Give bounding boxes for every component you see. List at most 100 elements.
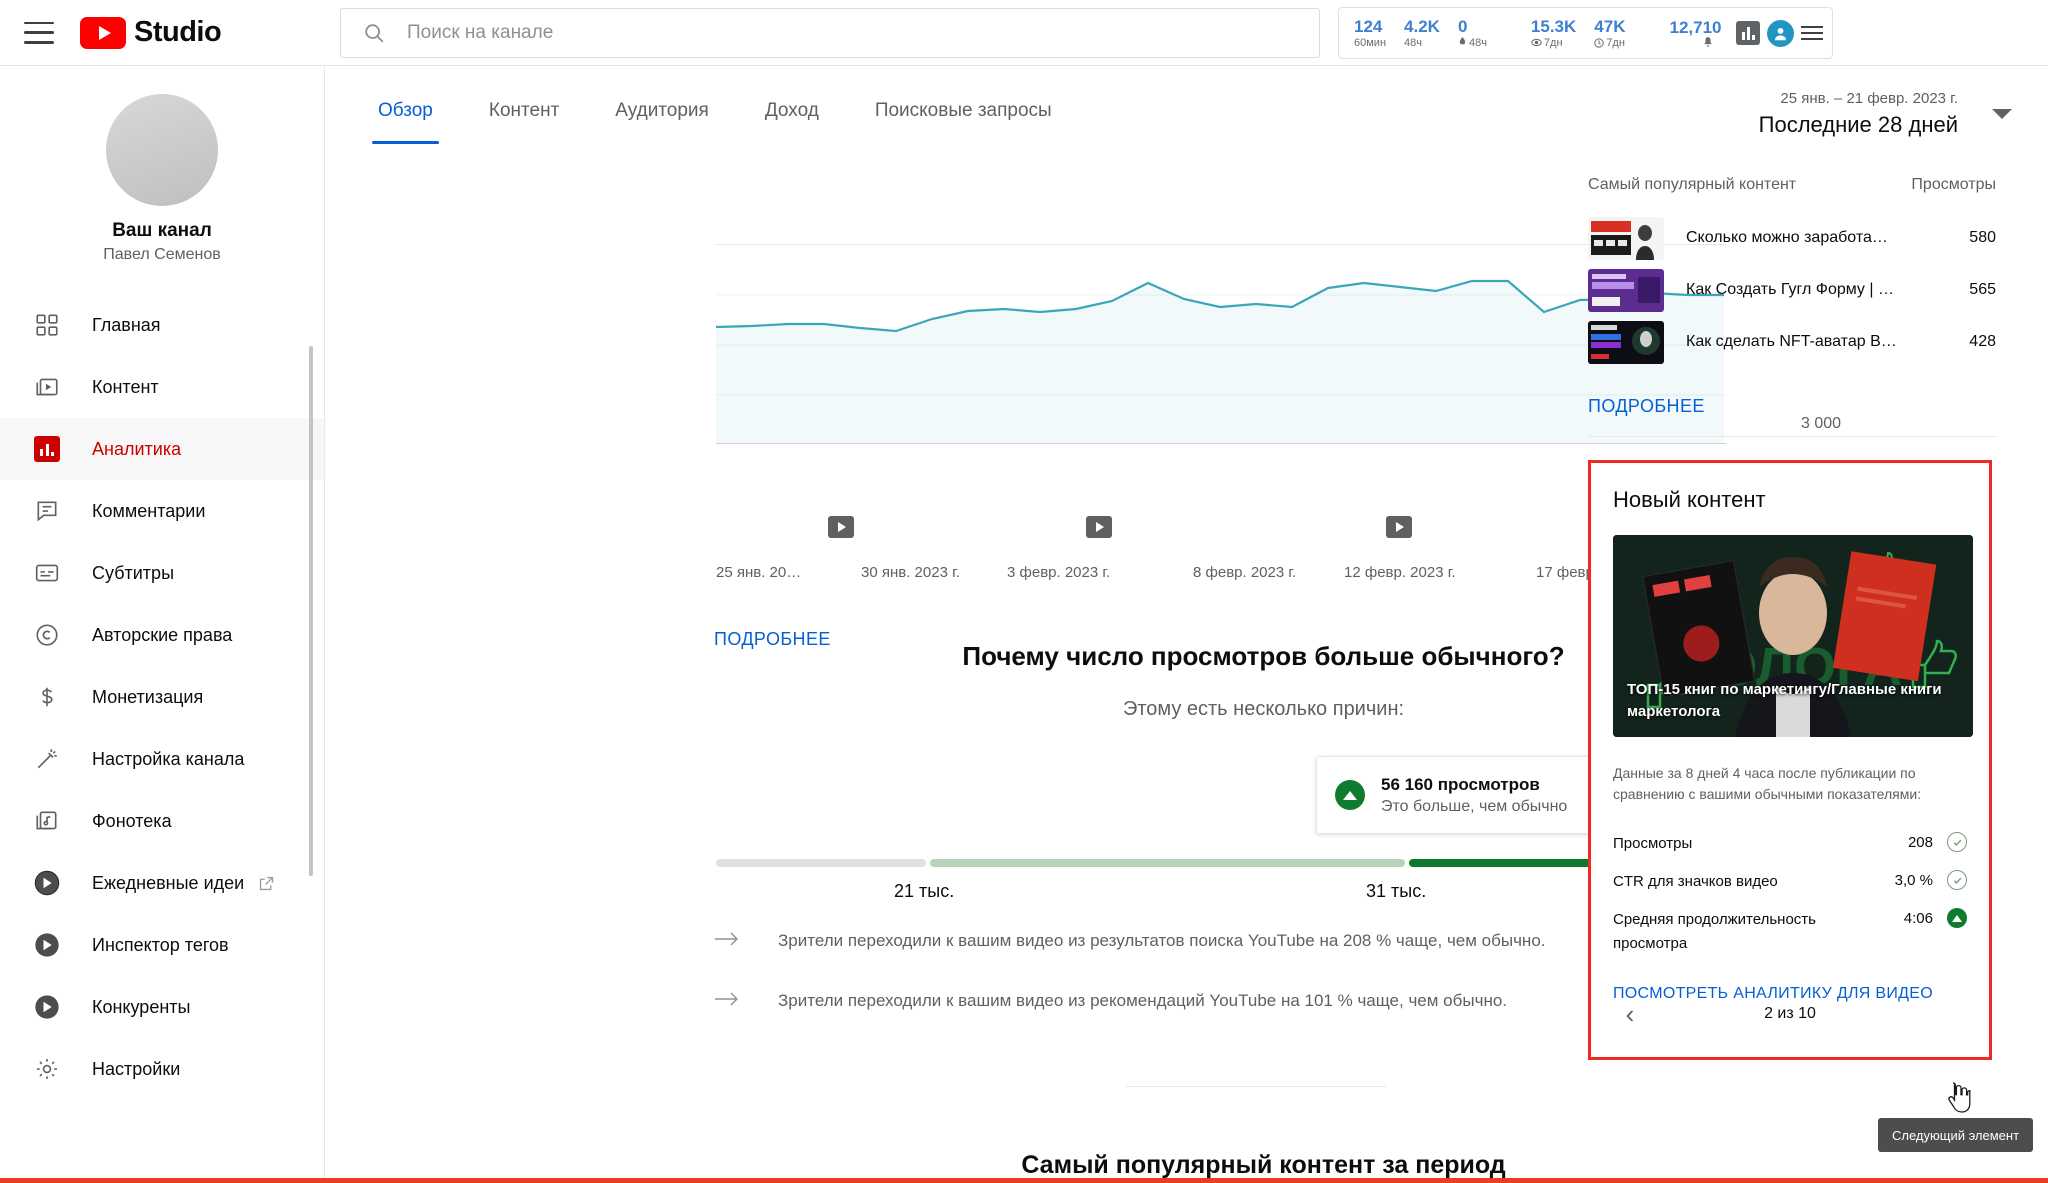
metric-value: 3,0 %: [1894, 871, 1933, 889]
sidebar-nav: Главная Контент Аналитика Комментарии Су…: [0, 294, 324, 1100]
sidebar-item-label: Главная: [92, 314, 161, 335]
video-views: 580: [1969, 229, 1996, 246]
stat-value: 124: [1354, 16, 1383, 36]
analytics-icon[interactable]: [1734, 19, 1762, 47]
vidiq-icon: [30, 928, 64, 962]
chart-svg: [715, 244, 1726, 444]
tab-content[interactable]: Контент: [461, 100, 587, 144]
views-callout: 56 160 просмотров Это больше, чем обычно: [1316, 756, 1606, 834]
new-content-metrics: Просмотры 208 CTR для значков видео 3,0 …: [1613, 825, 1967, 963]
vidiq-stats-widget[interactable]: 124 60мин 4.2K 48ч 0 48ч 15.3K 7дн 47K 7…: [1338, 7, 1834, 59]
video-publish-marker[interactable]: [1386, 516, 1412, 538]
chevron-left-icon[interactable]: ‹: [1613, 997, 1647, 1031]
video-title: Как сделать NFT-аватар В…: [1686, 333, 1897, 350]
list-item[interactable]: Как сделать NFT-аватар В… 428: [1588, 316, 1996, 368]
rail-divider: [1588, 436, 1996, 437]
pager-count: 2 из 10: [1764, 1005, 1816, 1022]
bottom-highlight-strip: [0, 1178, 2048, 1183]
sidebar: Ваш канал Павел Семенов Главная Контент: [0, 66, 325, 1183]
next-item-tooltip: Следующий элемент: [1878, 1118, 2034, 1152]
tab-audience[interactable]: Аудитория: [587, 100, 737, 144]
video-title: Сколько можно заработа…: [1686, 229, 1888, 246]
sidebar-item-analytics[interactable]: Аналитика: [0, 418, 324, 480]
stat-sub: 7дн: [1594, 36, 1625, 50]
stat-item: 15.3K 7дн: [1522, 17, 1585, 50]
stat-item: 124 60мин: [1345, 17, 1395, 50]
list-item[interactable]: Сколько можно заработа… 580: [1588, 212, 1996, 264]
channel-avatar: [106, 94, 218, 206]
search-input[interactable]: [407, 22, 1247, 44]
stat-value: 12,710: [1669, 18, 1722, 37]
views-line-chart[interactable]: [715, 244, 1726, 444]
tab-search-queries[interactable]: Поисковые запросы: [847, 100, 1080, 144]
thumb-google-form: [1588, 268, 1664, 312]
thumbnail-caption: ТОП-15 книг по маркетингу/Главные книги …: [1627, 681, 1942, 720]
sidebar-item-content[interactable]: Контент: [0, 356, 324, 418]
stat-item: 4.2K 48ч: [1395, 17, 1449, 50]
sidebar-scrollbar[interactable]: [309, 346, 313, 876]
stat-item: 12,710: [1660, 18, 1730, 48]
analytics-tabs: Обзор Контент Аудитория Доход Поисковые …: [350, 100, 1080, 144]
vidiq-icon: [30, 866, 64, 900]
progress-low-label: 21 тыс.: [894, 881, 955, 901]
sidebar-item-settings[interactable]: Настройки: [0, 1038, 324, 1100]
home-grid-icon: [30, 308, 64, 342]
channel-name: Павел Семенов: [103, 246, 221, 263]
sidebar-item-monetization[interactable]: Монетизация: [0, 666, 324, 728]
thumb-earnings: [1588, 216, 1664, 260]
hamburger-icon[interactable]: [24, 21, 54, 44]
sidebar-item-daily-ideas[interactable]: Ежедневные идеи: [0, 852, 324, 914]
arrow-up-icon: [1335, 780, 1365, 810]
stat-value: 4.2K: [1404, 16, 1440, 36]
video-publish-marker[interactable]: [1086, 516, 1112, 538]
sidebar-item-customization[interactable]: Настройка канала: [0, 728, 324, 790]
tab-revenue[interactable]: Доход: [737, 100, 847, 144]
bell-icon: [1704, 37, 1713, 47]
stat-value: 15.3K: [1530, 16, 1577, 36]
sidebar-item-copyright[interactable]: Авторские права: [0, 604, 324, 666]
metric-row: Средняя продолжительность просмотра 4:06: [1613, 901, 1967, 963]
metric-label: Просмотры: [1613, 835, 1693, 852]
sidebar-item-label: Фонотека: [92, 810, 172, 831]
sidebar-item-home[interactable]: Главная: [0, 294, 324, 356]
new-content-thumbnail[interactable]: ТОЛОГА ТОП-15 книг по маркетингу/Главные…: [1613, 535, 1973, 737]
sidebar-item-competitors[interactable]: Конкуренты: [0, 976, 324, 1038]
menu-icon[interactable]: [1798, 19, 1826, 47]
bottom-section-heading: Самый популярный контент за период: [1021, 1151, 1506, 1179]
y-tick: 3 000: [1801, 415, 1842, 432]
chevron-down-icon[interactable]: [1992, 109, 2012, 119]
copyright-icon: [30, 618, 64, 652]
reason-text: Зрители переходили к вашим видео из реко…: [778, 991, 1508, 1010]
sidebar-item-audio-library[interactable]: Фонотека: [0, 790, 324, 852]
sidebar-item-tag-inspector[interactable]: Инспектор тегов: [0, 914, 324, 976]
stat-sub: 7дн: [1531, 36, 1563, 50]
mouse-cursor: [1945, 1081, 1971, 1115]
stat-item: 0 48ч: [1449, 17, 1496, 50]
tab-overview[interactable]: Обзор: [350, 100, 461, 144]
rocket-icon: [1459, 37, 1466, 45]
top-content-more-link[interactable]: ПОДРОБНЕЕ: [1588, 396, 1996, 417]
date-range-dates: 25 янв. – 21 февр. 2023 г.: [1780, 90, 1958, 107]
metric-row: Просмотры 208: [1613, 825, 1967, 863]
sidebar-item-comments[interactable]: Комментарии: [0, 480, 324, 542]
video-title: Как Создать Гугл Форму | …: [1686, 281, 1894, 298]
metric-value: 208: [1907, 833, 1933, 851]
sidebar-item-subtitles[interactable]: Субтитры: [0, 542, 324, 604]
magic-wand-icon: [30, 742, 64, 776]
studio-brand[interactable]: Studio: [80, 16, 222, 49]
progress-high-label: 31 тыс.: [1366, 881, 1427, 901]
profile-avatar[interactable]: [1766, 19, 1794, 47]
section-divider: [1126, 1086, 1386, 1087]
date-range-selector[interactable]: 25 янв. – 21 февр. 2023 г. Последние 28 …: [1759, 88, 2012, 140]
x-tick: 8 февр. 2023 г.: [1193, 564, 1297, 581]
list-item[interactable]: Как Создать Гугл Форму | … 565: [1588, 264, 1996, 316]
sidebar-item-label: Субтитры: [92, 562, 175, 583]
progress-segment-mid: [930, 859, 1405, 867]
video-publish-marker[interactable]: [828, 516, 854, 538]
search-box[interactable]: [340, 8, 1320, 58]
arrow-up-badge-icon: [1947, 908, 1967, 928]
top-content-header: Самый популярный контент Просмотры: [1588, 176, 1996, 212]
analytics-bar-icon: [30, 432, 64, 466]
subtitles-icon: [30, 556, 64, 590]
stat-item: 47K 7дн: [1585, 17, 1634, 50]
